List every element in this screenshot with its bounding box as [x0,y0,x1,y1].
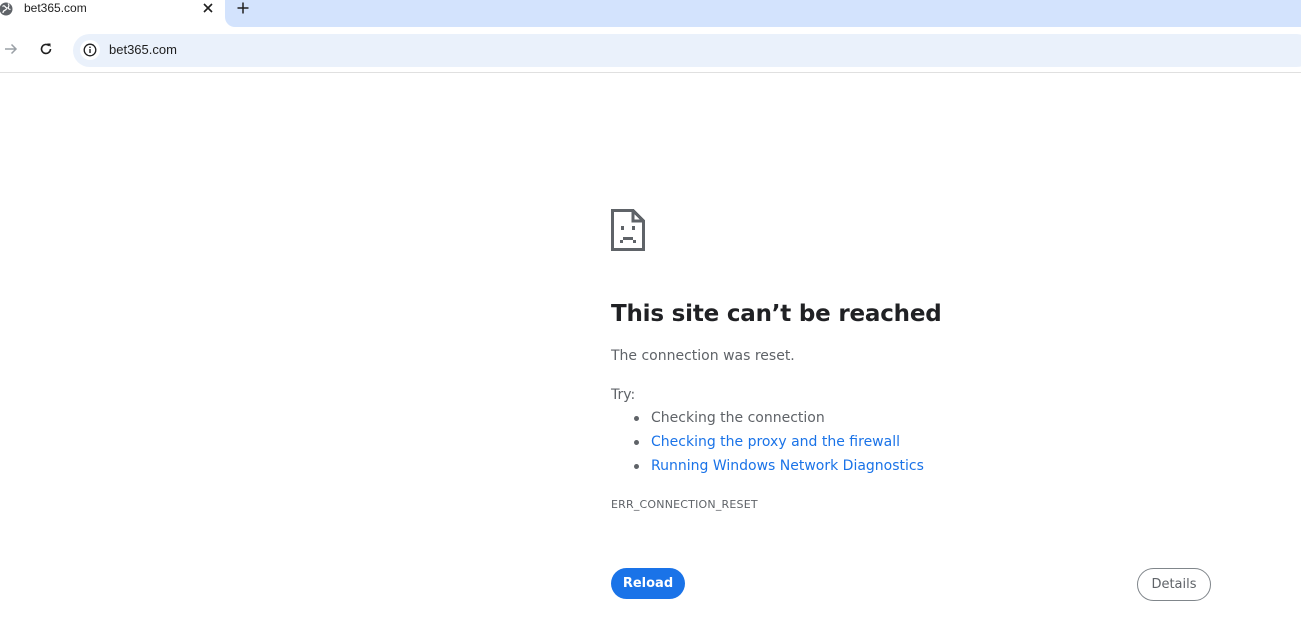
plus-icon[interactable] [234,0,252,16]
try-label: Try: [611,387,636,403]
reload-icon[interactable] [35,38,57,60]
network-diagnostics-link[interactable]: Running Windows Network Diagnostics [651,458,924,474]
proxy-firewall-link[interactable]: Checking the proxy and the firewall [651,434,900,450]
sad-document-icon [611,209,645,251]
url-text[interactable]: bet365.com [109,42,177,58]
address-bar[interactable]: bet365.com [73,34,1301,67]
tab-strip-background [225,0,1301,27]
suggestion-check-connection: Checking the connection [611,408,924,432]
error-code: ERR_CONNECTION_RESET [611,498,758,511]
tab-strip: bet365.com [0,0,1301,27]
suggestion-label: Checking the connection [651,410,825,426]
error-title: This site can’t be reached [611,301,942,327]
info-icon[interactable] [80,40,100,60]
details-button[interactable]: Details [1137,568,1211,601]
error-description: The connection was reset. [611,348,795,364]
suggestion-network-diagnostics[interactable]: Running Windows Network Diagnostics [611,456,924,480]
toolbar: bet365.com [0,27,1301,73]
reload-button[interactable]: Reload [611,568,685,599]
close-icon[interactable] [200,0,216,16]
arrow-right-icon[interactable] [0,38,22,60]
suggestions-list: Checking the connection Checking the pro… [611,408,924,480]
tab-active[interactable]: bet365.com [0,0,225,27]
tab-title: bet365.com [24,1,87,15]
suggestion-check-proxy-firewall[interactable]: Checking the proxy and the firewall [611,432,924,456]
globe-icon [0,1,16,17]
